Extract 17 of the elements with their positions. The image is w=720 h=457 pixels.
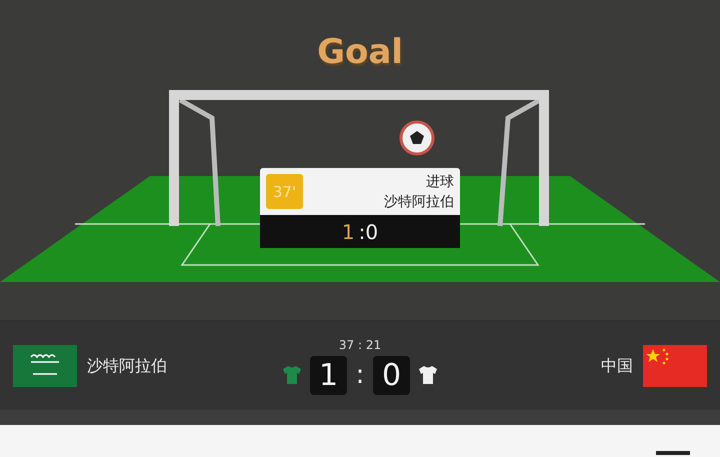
goal-title: Goal: [317, 32, 403, 72]
away-team-name: 中国: [601, 356, 633, 376]
scoring-team: 沙特阿拉伯: [384, 192, 454, 212]
jersey-icon: [418, 365, 438, 385]
match-clock: 37 : 21: [338, 338, 382, 352]
flag-icon: [643, 345, 707, 387]
away-score: 0: [373, 356, 410, 394]
score-separator: :: [355, 360, 365, 390]
flag-icon: [13, 345, 77, 387]
event-type: 进球: [426, 172, 454, 192]
event-score: :0: [358, 220, 378, 244]
menu-icon[interactable]: [656, 449, 690, 457]
home-score: 1: [310, 356, 347, 394]
home-team-name: 沙特阿拉伯: [87, 356, 167, 376]
jersey-icon: [282, 365, 302, 385]
event-score: 1: [342, 220, 355, 244]
minute-badge: 37': [266, 174, 303, 209]
